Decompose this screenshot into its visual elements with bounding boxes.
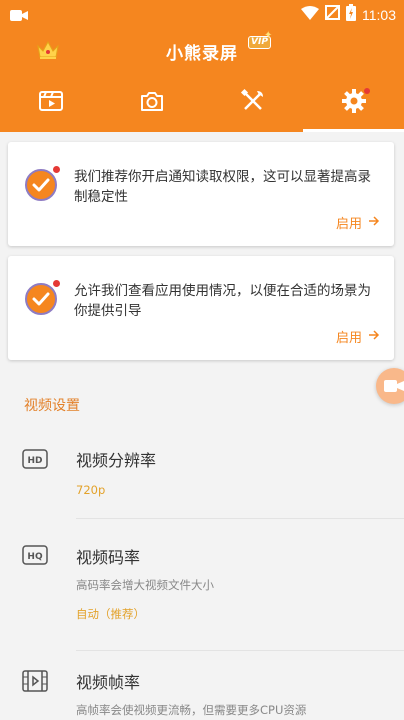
floating-record-button[interactable]	[376, 368, 404, 404]
star-icon: ✦	[264, 30, 273, 41]
camera-icon	[139, 89, 165, 117]
status-time: 11:03	[362, 6, 396, 23]
tab-bar	[0, 74, 404, 132]
enable-label: 启用	[335, 217, 362, 232]
no-signal-icon	[325, 5, 340, 24]
app-title: 小熊录屏	[166, 44, 238, 64]
tab-screenshots[interactable]	[101, 74, 202, 132]
enable-button[interactable]: 启用	[336, 213, 380, 232]
hd-icon: HD	[22, 449, 48, 473]
setting-video-bitrate[interactable]: HQ 视频码率 高码率会增大视频文件大小 自动（推荐）	[0, 520, 404, 652]
tools-icon	[240, 88, 266, 118]
wifi-icon	[301, 5, 319, 24]
arrow-right-icon	[368, 215, 380, 230]
setting-description: 高帧率会使视频更流畅，但需要更多CPU资源	[76, 703, 307, 717]
video-icon	[38, 89, 64, 117]
video-camera-icon	[384, 380, 404, 392]
setting-video-framerate[interactable]: 视频帧率 高帧率会使视频更流畅，但需要更多CPU资源	[0, 652, 404, 720]
tab-tools[interactable]	[202, 74, 303, 132]
check-circle-icon	[24, 166, 60, 202]
app-header: 小熊录屏 VIP ✦	[0, 28, 404, 74]
notification-permission-card: 我们推荐你开启通知读取权限，这可以显著提高录制稳定性 启用	[8, 142, 394, 246]
setting-description: 高码率会增大视频文件大小	[76, 578, 214, 592]
card-text: 我们推荐你开启通知读取权限，这可以显著提高录制稳定性	[74, 169, 371, 205]
enable-label: 启用	[335, 331, 362, 346]
film-icon	[22, 670, 48, 696]
hq-icon: HQ	[22, 545, 48, 569]
battery-icon	[346, 4, 356, 25]
status-bar: 11:03	[0, 0, 404, 28]
check-circle-icon	[24, 280, 60, 316]
divider	[76, 518, 404, 519]
arrow-right-icon	[368, 329, 380, 344]
setting-value: 720p	[76, 483, 106, 497]
svg-text:HQ: HQ	[27, 552, 43, 562]
enable-button[interactable]: 启用	[336, 327, 380, 346]
setting-title: 视频码率	[76, 548, 141, 567]
section-title: 视频设置	[24, 398, 80, 414]
gear-icon	[341, 88, 367, 118]
tab-settings[interactable]	[303, 74, 404, 132]
card-text: 允许我们查看应用使用情况，以便在合适的场景为你提供引导	[74, 283, 371, 319]
setting-title: 视频分辨率	[76, 451, 157, 470]
setting-title: 视频帧率	[76, 673, 141, 692]
setting-video-resolution[interactable]: HD 视频分辨率 720p	[0, 430, 404, 520]
screen-record-status-icon	[10, 7, 28, 26]
tab-videos[interactable]	[0, 74, 101, 132]
notification-dot	[364, 88, 370, 94]
usage-access-card: 允许我们查看应用使用情况，以便在合适的场景为你提供引导 启用	[8, 256, 394, 360]
setting-value: 自动（推荐）	[76, 607, 145, 621]
divider	[76, 650, 404, 651]
svg-text:HD: HD	[27, 456, 42, 466]
